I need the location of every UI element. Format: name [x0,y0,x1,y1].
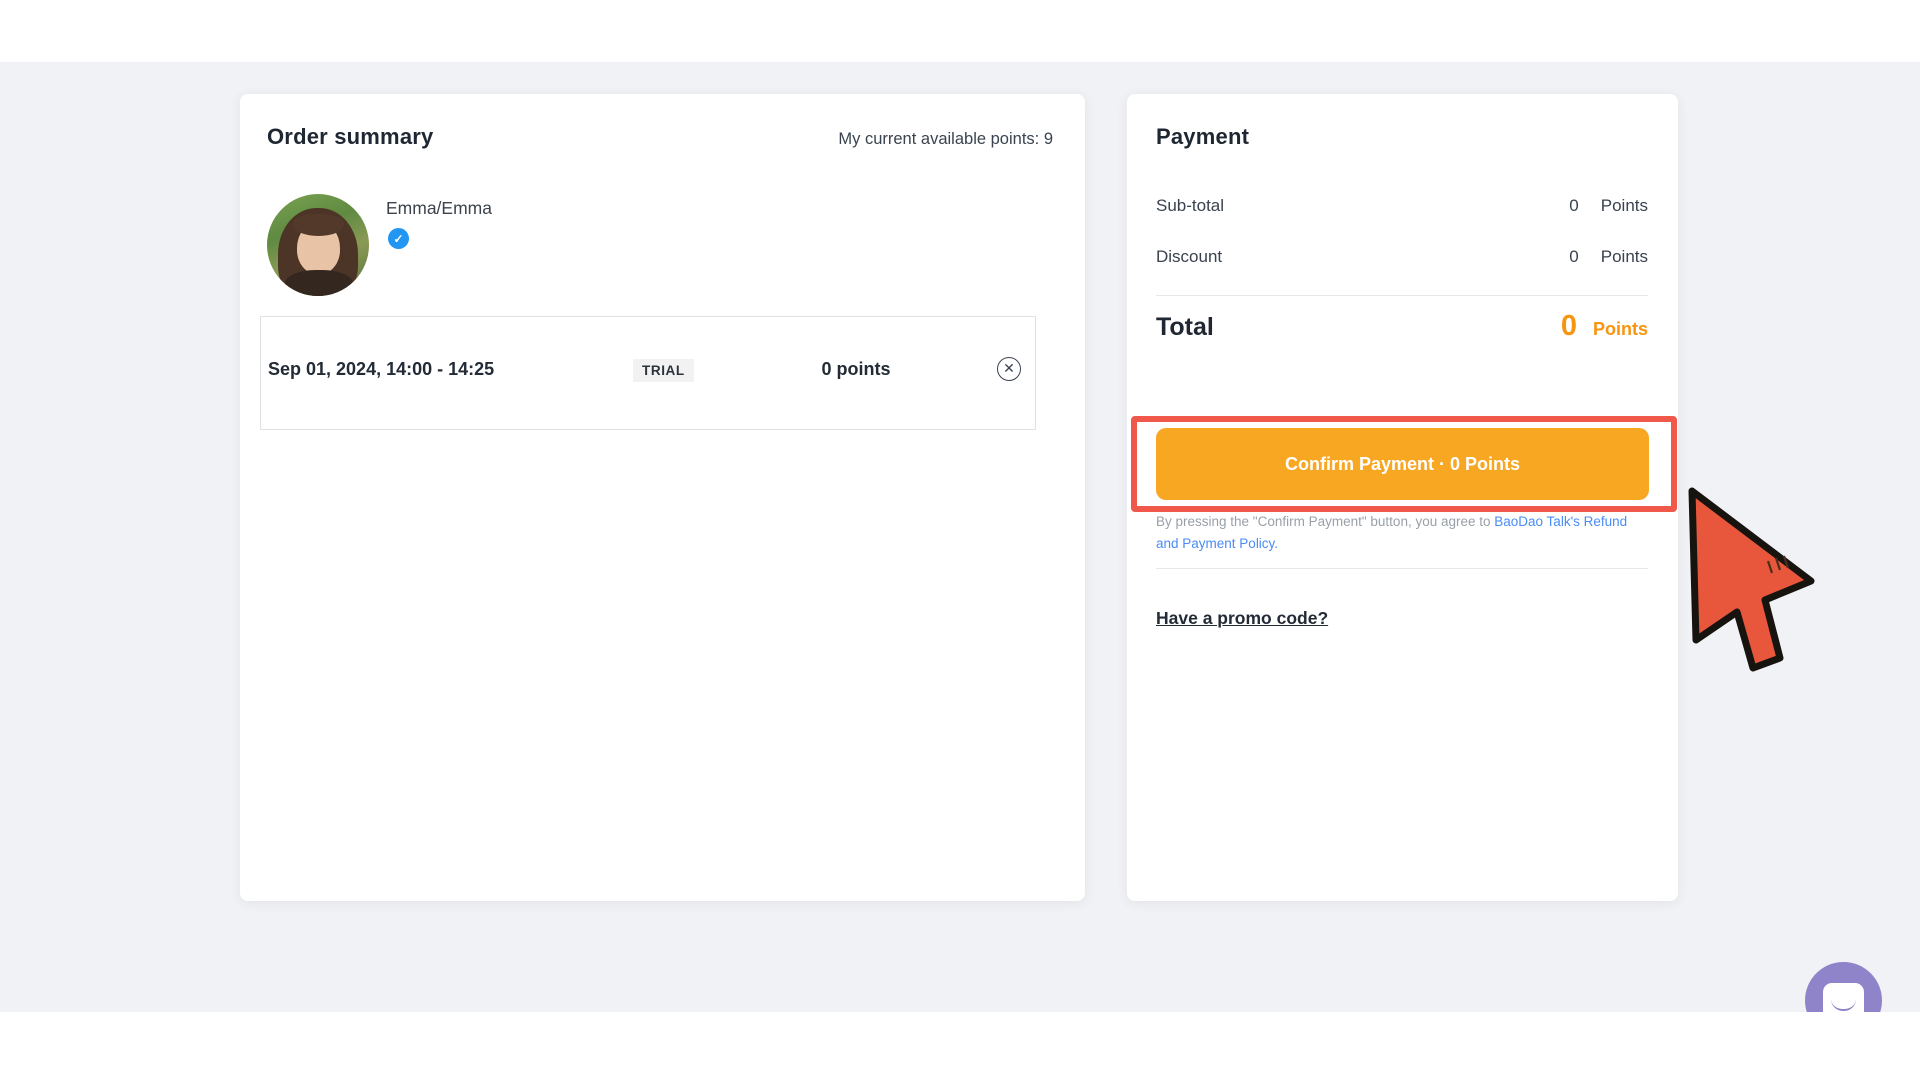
verified-badge-icon: ✓ [388,228,409,249]
total-row: Total 0 Points [1156,310,1648,343]
payment-divider [1156,295,1648,296]
avatar-bangs [293,214,344,236]
avatar-body [285,270,353,296]
chat-smile-icon [1831,997,1856,1011]
agreement-divider [1156,568,1648,569]
payment-title: Payment [1156,124,1249,150]
booking-price: 0 points [791,359,921,380]
available-points-note: My current available points: 9 [838,130,1053,149]
trial-badge: TRIAL [633,359,694,382]
subtotal-label: Sub-total [1156,196,1224,216]
promo-code-link[interactable]: Have a promo code? [1156,608,1328,629]
agreement-text: By pressing the "Confirm Payment" button… [1156,511,1648,556]
bottom-white-strip [0,1012,1920,1080]
discount-value: 0 [1569,247,1578,267]
total-value: 0 [1561,310,1577,343]
subtotal-value: 0 [1569,196,1578,216]
tutor-name: Emma/Emma [386,198,492,219]
tutor-avatar [267,194,369,296]
annotation-cursor-arrow [1668,477,1828,682]
booking-datetime: Sep 01, 2024, 14:00 - 14:25 [268,359,494,380]
remove-booking-icon[interactable]: ✕ [997,357,1021,381]
total-unit: Points [1593,319,1648,340]
agreement-text-plain: By pressing the "Confirm Payment" button… [1156,514,1494,529]
total-label: Total [1156,313,1214,342]
discount-unit: Points [1601,247,1648,267]
discount-label: Discount [1156,247,1222,267]
booking-row: Sep 01, 2024, 14:00 - 14:25 TRIAL 0 poin… [260,316,1036,430]
subtotal-row: Sub-total 0 Points [1156,194,1648,218]
order-summary-title: Order summary [267,124,433,150]
payment-card: Payment Sub-total 0 Points Discount 0 Po… [1127,94,1678,901]
subtotal-unit: Points [1601,196,1648,216]
discount-row: Discount 0 Points [1156,245,1648,269]
order-summary-card: Order summary My current available point… [240,94,1085,901]
annotation-highlight-rect [1131,416,1677,512]
